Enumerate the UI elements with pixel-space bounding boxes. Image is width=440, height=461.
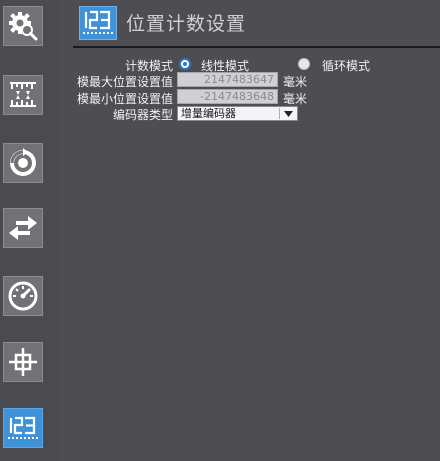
- rotation-icon: [10, 148, 36, 176]
- modulo-max-input[interactable]: 2147483647: [177, 72, 278, 87]
- ruler-arrows-icon: [10, 82, 36, 107]
- encoder-type-value: 增量编码器: [181, 107, 236, 120]
- counter-123-icon: [8, 416, 38, 439]
- page-header-icon: [79, 6, 117, 40]
- title-divider: [73, 46, 440, 48]
- swap-arrows-icon: [9, 216, 37, 240]
- loop-mode-label[interactable]: 循环模式: [322, 57, 370, 74]
- settings-window: 位置计数设置 计数模式 线性模式 循环模式 模最大位置设置值 214748364…: [0, 0, 440, 461]
- crosshair-icon: [9, 348, 37, 376]
- sidebar-item-scale[interactable]: [3, 75, 43, 115]
- modulo-min-input[interactable]: -2147483648: [177, 89, 278, 104]
- gear-search-icon: [9, 12, 38, 41]
- sidebar-item-rotation[interactable]: [3, 143, 43, 183]
- modulo-max-unit: 毫米: [283, 75, 308, 89]
- sidebar-item-speed[interactable]: [3, 276, 43, 316]
- sidebar-item-general-settings[interactable]: [3, 6, 43, 46]
- modulo-min-unit: 毫米: [283, 92, 308, 106]
- count-mode-label: 计数模式: [124, 59, 173, 73]
- sidebar-item-direction[interactable]: [3, 208, 43, 248]
- sidebar: [0, 0, 60, 461]
- sidebar-item-position-count[interactable]: [3, 408, 43, 448]
- encoder-type-label: 编码器类型: [112, 108, 173, 122]
- encoder-type-select[interactable]: 增量编码器: [177, 106, 298, 121]
- page-title: 位置计数设置: [126, 13, 247, 35]
- loop-mode-radio[interactable]: [298, 58, 310, 70]
- linear-mode-radio[interactable]: [179, 58, 191, 70]
- modulo-min-label: 模最小位置设置值: [76, 92, 173, 106]
- modulo-max-label: 模最大位置设置值: [76, 75, 173, 89]
- chevron-down-icon: [283, 110, 293, 117]
- gauge-icon: [8, 281, 38, 311]
- counter-123-icon: [83, 10, 113, 34]
- sidebar-item-origin[interactable]: [3, 342, 43, 382]
- dropdown-arrow-button[interactable]: [279, 108, 296, 119]
